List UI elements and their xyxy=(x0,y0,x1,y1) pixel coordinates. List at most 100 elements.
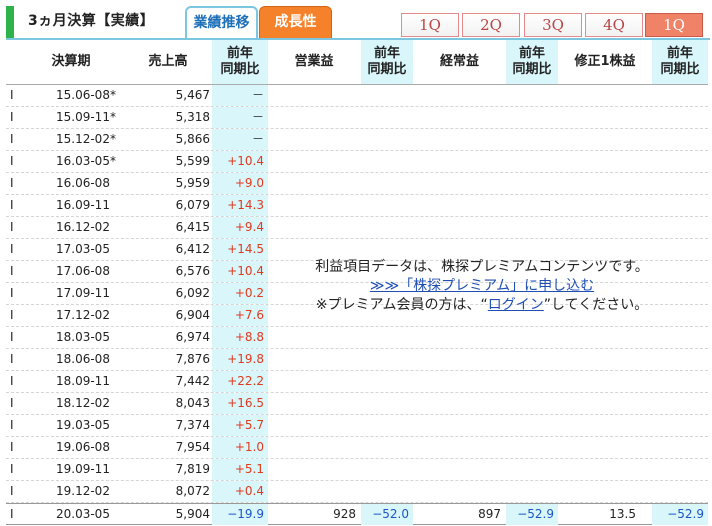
row-sales: 7,876 xyxy=(175,352,210,366)
quarter-tab-1q-current[interactable]: 1Q xyxy=(645,13,703,37)
table-row-latest: I 20.03-05 5,904 −19.9 928 −52.0 897 −52… xyxy=(6,503,708,525)
row-sales-yoy: +0.4 xyxy=(212,481,268,502)
tab-growth[interactable]: 成長性 xyxy=(259,6,332,39)
notice-suffix: ”してください。 xyxy=(543,297,649,313)
row-sales: 6,092 xyxy=(175,286,210,300)
row-mark: I xyxy=(10,286,14,300)
row-sales: 6,904 xyxy=(175,308,210,322)
table-header: 決算期 売上高 前年 同期比 営業益 前年 同期比 経常益 前年 同期比 修正1… xyxy=(6,40,708,85)
row-period: 19.09-11 xyxy=(56,462,110,476)
row-mark: I xyxy=(10,88,14,102)
row-eps: 13.5 xyxy=(609,507,636,521)
row-sales: 5,318 xyxy=(175,110,210,124)
row-sales-yoy: +1.0 xyxy=(212,437,268,458)
row-period: 16.09-11 xyxy=(56,198,110,212)
row-period: 19.06-08 xyxy=(56,440,110,454)
row-period: 16.06-08 xyxy=(56,176,110,190)
table-row: I 19.09-11 7,819 +5.1 xyxy=(6,459,708,481)
table-row: I 18.03-05 6,974 +8.8 xyxy=(6,327,708,349)
row-mark: I xyxy=(10,308,14,322)
row-sales: 7,442 xyxy=(175,374,210,388)
col-ordinary-yoy: 前年 同期比 xyxy=(506,40,558,84)
row-sales-yoy: +5.1 xyxy=(212,459,268,480)
row-sales: 6,079 xyxy=(175,198,210,212)
row-mark: I xyxy=(10,507,14,521)
row-sales-yoy: −19.9 xyxy=(212,504,268,525)
row-mark: I xyxy=(10,176,14,190)
row-ordinary: 897 xyxy=(478,507,501,521)
premium-signup-link[interactable]: ≫≫「株探プレミアム」に申し込む xyxy=(370,278,594,294)
row-mark: I xyxy=(10,418,14,432)
login-link[interactable]: ログイン xyxy=(488,297,544,313)
row-period: 15.09-11* xyxy=(56,110,116,124)
row-sales: 5,904 xyxy=(175,507,210,521)
accent-bar xyxy=(6,6,14,38)
row-period: 18.03-05 xyxy=(56,330,110,344)
row-period: 15.12-02* xyxy=(56,132,116,146)
notice-text: 利益項目データは、株探プレミアムコンテンツです。 xyxy=(315,259,649,275)
quarter-tab-3q[interactable]: 3Q xyxy=(524,13,582,37)
row-mark: I xyxy=(10,352,14,366)
premium-notice: 利益項目データは、株探プレミアムコンテンツです。 ≫≫「株探プレミアム」に申し込… xyxy=(262,258,702,315)
row-sales-yoy: +16.5 xyxy=(212,393,268,414)
table-row: I 16.09-11 6,079 +14.3 xyxy=(6,195,708,217)
row-sales: 5,599 xyxy=(175,154,210,168)
quarter-tab-4q[interactable]: 4Q xyxy=(585,13,643,37)
table-row: I 15.06-08* 5,467 － xyxy=(6,85,708,107)
row-period: 17.09-11 xyxy=(56,286,110,300)
row-sales-yoy: +14.3 xyxy=(212,195,268,216)
row-operating: 928 xyxy=(333,507,356,521)
row-sales: 6,412 xyxy=(175,242,210,256)
row-op-yoy: −52.0 xyxy=(361,504,413,525)
row-sales-yoy: +0.2 xyxy=(212,283,268,304)
tab-performance[interactable]: 業績推移 xyxy=(185,6,258,39)
row-sales: 8,072 xyxy=(175,484,210,498)
table-row: I 16.12-02 6,415 +9.4 xyxy=(6,217,708,239)
row-sales: 8,043 xyxy=(175,396,210,410)
col-op-yoy: 前年 同期比 xyxy=(361,40,413,84)
row-sales-yoy: +7.6 xyxy=(212,305,268,326)
notice-login-line: ※プレミアム会員の方は、“ログイン”してください。 xyxy=(262,296,702,315)
header-bar: 3ヵ月決算【実績】 業績推移 成長性 1Q 2Q 3Q 4Q 1Q xyxy=(0,0,712,40)
row-mark: I xyxy=(10,330,14,344)
row-period: 18.12-02 xyxy=(56,396,110,410)
notice-prefix: ※プレミアム会員の方は、“ xyxy=(315,297,488,313)
table-row: I 19.12-02 8,072 +0.4 xyxy=(6,481,708,503)
row-mark: I xyxy=(10,462,14,476)
row-sales: 5,866 xyxy=(175,132,210,146)
col-eps-yoy: 前年 同期比 xyxy=(652,40,708,84)
row-period: 17.12-02 xyxy=(56,308,110,322)
row-sales-yoy: +9.4 xyxy=(212,217,268,238)
page-title: 3ヵ月決算【実績】 xyxy=(28,13,155,29)
row-mark: I xyxy=(10,484,14,498)
row-sales-yoy: +10.4 xyxy=(212,261,268,282)
row-sales-yoy: +9.0 xyxy=(212,173,268,194)
row-period: 19.03-05 xyxy=(56,418,110,432)
quarter-tab-2q[interactable]: 2Q xyxy=(462,13,520,37)
row-period: 19.12-02 xyxy=(56,484,110,498)
row-period: 18.06-08 xyxy=(56,352,110,366)
row-period: 17.03-05 xyxy=(56,242,110,256)
row-sales: 6,415 xyxy=(175,220,210,234)
table-row: I 19.06-08 7,954 +1.0 xyxy=(6,437,708,459)
row-mark: I xyxy=(10,374,14,388)
row-sales: 7,819 xyxy=(175,462,210,476)
row-sales-yoy: +5.7 xyxy=(212,415,268,436)
col-ordinary: 経常益 xyxy=(439,54,479,69)
row-eps-yoy: −52.9 xyxy=(652,504,708,525)
row-sales-yoy: +14.5 xyxy=(212,239,268,260)
row-mark: I xyxy=(10,110,14,124)
row-sales: 5,959 xyxy=(175,176,210,190)
row-sales: 7,954 xyxy=(175,440,210,454)
row-mark: I xyxy=(10,132,14,146)
row-sales: 7,374 xyxy=(175,418,210,432)
quarter-tab-1q[interactable]: 1Q xyxy=(401,13,459,37)
row-period: 16.03-05* xyxy=(56,154,116,168)
row-mark: I xyxy=(10,154,14,168)
row-period: 20.03-05 xyxy=(56,507,110,521)
row-sales: 6,974 xyxy=(175,330,210,344)
row-period: 18.09-11 xyxy=(56,374,110,388)
row-sales-yoy: － xyxy=(212,85,268,106)
row-sales-yoy: +8.8 xyxy=(212,327,268,348)
row-sales-yoy: +10.4 xyxy=(212,151,268,172)
